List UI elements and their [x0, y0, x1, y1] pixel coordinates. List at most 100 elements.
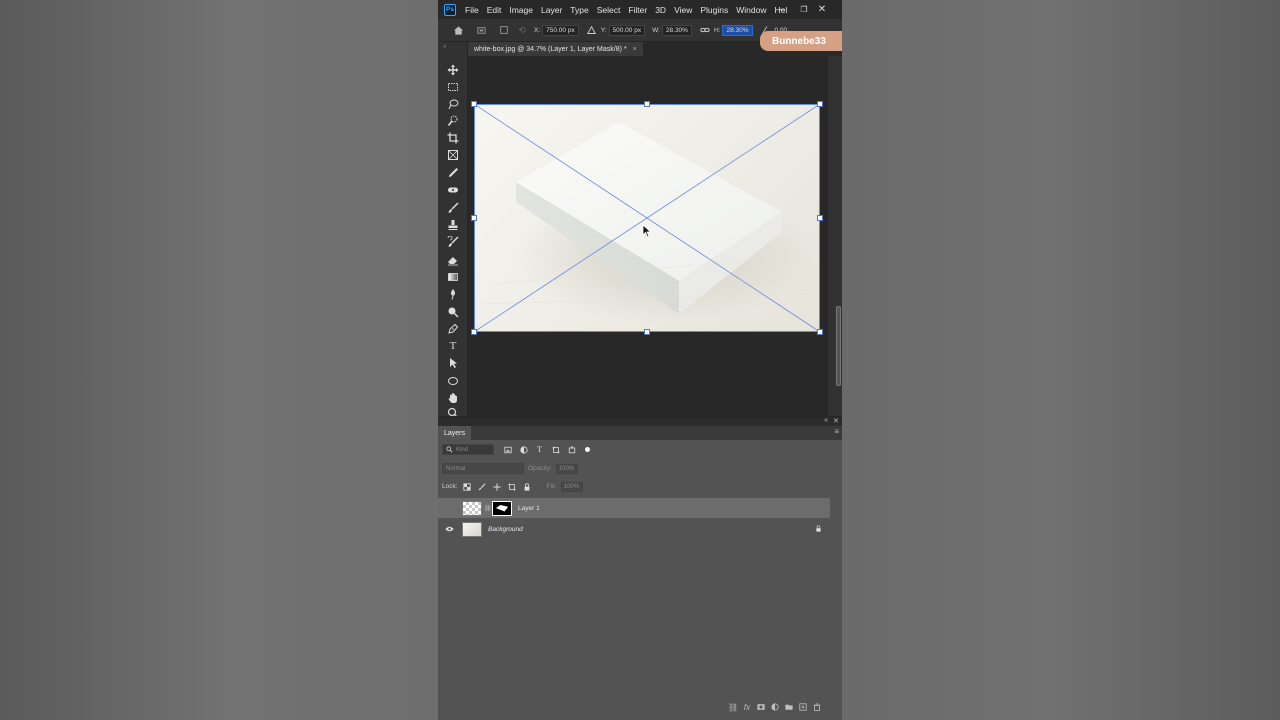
transform-diagonals [474, 104, 820, 332]
history-brush-icon[interactable] [445, 235, 461, 249]
transform-handle-top[interactable] [644, 101, 650, 107]
quick-select-icon[interactable] [445, 114, 461, 128]
menu-type[interactable]: Type [570, 5, 588, 15]
document-tab[interactable]: white-box.jpg @ 34.7% (Layer 1, Layer Ma… [468, 42, 643, 56]
collapse-panel-icon[interactable]: « [824, 417, 828, 424]
layers-bottom-bar: ⛓ fx [438, 700, 842, 714]
lasso-icon[interactable] [445, 97, 461, 111]
path-select-icon[interactable] [445, 356, 461, 370]
menu-file[interactable]: File [465, 5, 479, 15]
brush-icon[interactable] [445, 201, 461, 215]
layer-mask-thumbnail[interactable] [492, 500, 512, 516]
transform-bounding-box[interactable] [471, 101, 823, 335]
dodge-icon[interactable] [445, 305, 461, 319]
collapse-toolbar-icon[interactable]: » [443, 44, 446, 50]
layer-row-background[interactable]: Background [438, 519, 830, 539]
eye-icon[interactable] [442, 526, 456, 532]
new-group-icon[interactable] [782, 701, 796, 713]
background-layer-name: Background [488, 525, 523, 533]
scrollbar-thumb[interactable] [836, 306, 841, 386]
transform-handle-bottom[interactable] [644, 329, 650, 335]
move-icon[interactable] [445, 63, 461, 77]
relative-position-icon[interactable] [586, 24, 598, 36]
y-position-field[interactable]: 500.00 px [608, 24, 646, 36]
fill-field[interactable]: 100% [560, 481, 583, 492]
lock-position-icon[interactable] [492, 481, 503, 492]
eraser-icon[interactable] [445, 253, 461, 267]
filter-adjustment-icon[interactable] [518, 444, 529, 455]
fx-icon[interactable]: fx [740, 701, 754, 713]
tab-layers[interactable]: Layers [438, 426, 472, 440]
menu-plugins[interactable]: Plugins [700, 5, 728, 15]
menu-layer[interactable]: Layer [541, 5, 562, 15]
menu-edit[interactable]: Edit [487, 5, 502, 15]
crop-icon[interactable] [445, 131, 461, 145]
link-aspect-icon[interactable] [699, 24, 711, 36]
frame-icon[interactable] [445, 148, 461, 162]
close-window-button[interactable]: ✕ [810, 0, 834, 19]
filter-shape-icon[interactable] [550, 444, 561, 455]
layer-search-input[interactable]: Kind [442, 444, 494, 455]
filter-type-icon[interactable]: T [534, 444, 545, 455]
y-label: Y: [600, 26, 607, 34]
stamp-icon[interactable] [445, 218, 461, 232]
eyedropper-icon[interactable] [445, 166, 461, 180]
menu-window[interactable]: Window [736, 5, 766, 15]
lock-artboard-icon[interactable] [507, 481, 518, 492]
transform-handle-tr[interactable] [817, 101, 823, 107]
menu-3d[interactable]: 3D [655, 5, 666, 15]
background-thumbnail [462, 521, 482, 537]
blur-icon[interactable] [445, 287, 461, 301]
tools-panel: » T [438, 42, 468, 419]
search-placeholder: Kind [456, 446, 469, 453]
x-position-field[interactable]: 750.00 px [542, 24, 579, 36]
gradient-icon[interactable] [445, 270, 461, 284]
transform-handle-tl[interactable] [471, 101, 477, 107]
width-field[interactable]: 28.30% [661, 24, 692, 36]
ellipse-icon[interactable] [445, 374, 461, 388]
transform-handle-left[interactable] [471, 215, 477, 221]
transform-handle-right[interactable] [817, 215, 823, 221]
pen-icon[interactable] [445, 322, 461, 336]
home-icon[interactable] [452, 24, 464, 36]
lock-row: Lock: Fill: 100% [442, 481, 583, 492]
link-layers-icon[interactable]: ⛓ [726, 701, 740, 713]
type-icon[interactable]: T [445, 339, 461, 353]
add-mask-icon[interactable] [754, 701, 768, 713]
menu-select[interactable]: Select [597, 5, 621, 15]
layer-thumbnail [462, 500, 482, 516]
search-icon [446, 446, 453, 453]
close-panel-icon[interactable]: ✕ [833, 417, 839, 425]
panel-menu-icon[interactable]: ≡ [834, 427, 839, 436]
minimize-button[interactable]: – [770, 0, 794, 19]
transform-handle-bl[interactable] [471, 329, 477, 335]
adjustment-layer-icon[interactable] [768, 701, 782, 713]
mask-link-icon[interactable]: ⛓ [484, 502, 492, 514]
hand-icon[interactable] [445, 391, 461, 405]
filter-pixel-icon[interactable] [502, 444, 513, 455]
lock-pixels-icon[interactable] [477, 481, 488, 492]
opacity-label: Opacity: [528, 465, 552, 472]
close-tab-icon[interactable]: × [633, 46, 637, 53]
lock-transparent-icon[interactable] [462, 481, 473, 492]
reference-point-icon[interactable] [498, 24, 510, 36]
filter-toggle-icon[interactable] [582, 444, 593, 455]
filter-smart-object-icon[interactable] [566, 444, 577, 455]
marquee-icon[interactable] [445, 80, 461, 94]
menu-image[interactable]: Image [509, 5, 533, 15]
tool-preset-icon[interactable] [475, 24, 487, 36]
document-tab-title: white-box.jpg @ 34.7% (Layer 1, Layer Ma… [474, 45, 627, 53]
layer-row-layer-1[interactable]: ⛓ Layer 1 [438, 498, 830, 518]
menu-filter[interactable]: Filter [628, 5, 647, 15]
blend-mode-select[interactable]: Normal [442, 463, 524, 474]
transform-handle-br[interactable] [817, 329, 823, 335]
delete-layer-icon[interactable] [810, 701, 824, 713]
height-field[interactable]: 28.30% [722, 24, 753, 36]
delta-icon: ⟲ [518, 24, 526, 35]
canvas-scrollbar[interactable] [828, 56, 842, 416]
healing-icon[interactable] [445, 183, 461, 197]
opacity-field[interactable]: 100% [555, 463, 578, 474]
menu-view[interactable]: View [674, 5, 692, 15]
new-layer-icon[interactable] [796, 701, 810, 713]
lock-all-icon[interactable] [522, 481, 533, 492]
